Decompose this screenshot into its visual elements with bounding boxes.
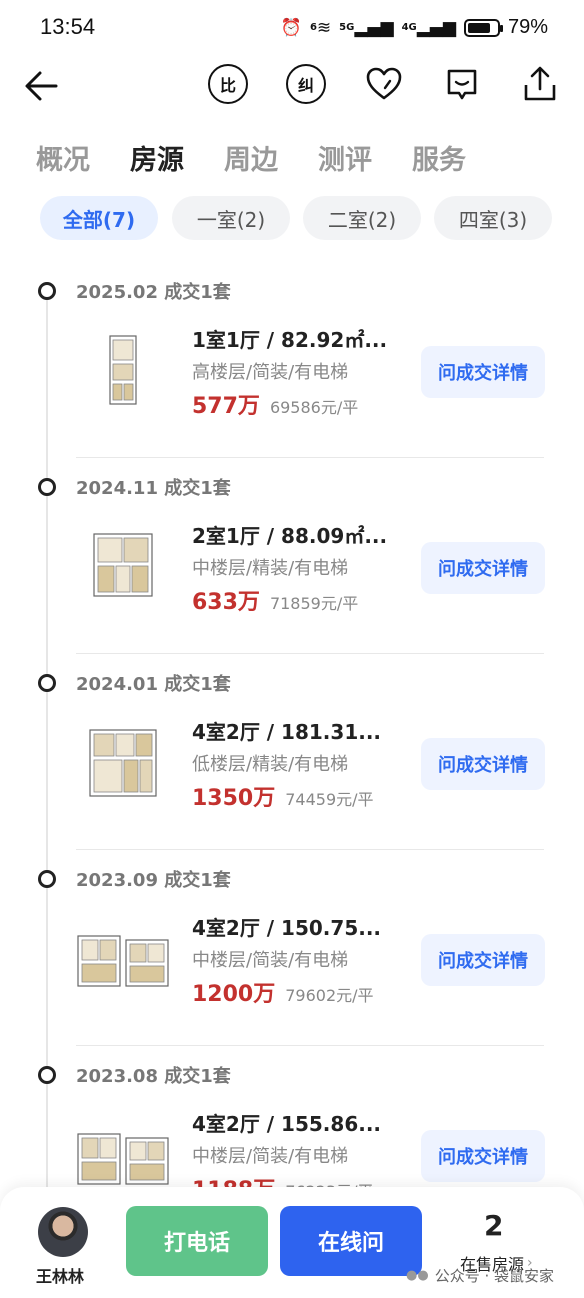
deal-unit-price: 69586元/平 xyxy=(269,398,359,417)
ask-deal-details-button[interactable]: 问成交详情 xyxy=(421,1130,545,1182)
tab-reviews[interactable]: 测评 xyxy=(318,138,372,186)
floorplan-image[interactable] xyxy=(76,720,170,808)
favorite-heart-icon[interactable] xyxy=(364,64,404,104)
deal-title: 1室1厅 / 82.92㎡... xyxy=(192,328,388,352)
status-time: 13:54 xyxy=(40,14,96,39)
floorplan-image[interactable] xyxy=(76,916,170,1004)
tab-overview[interactable]: 概况 xyxy=(36,138,90,186)
timeline-dot xyxy=(38,870,56,888)
deal-entry[interactable]: 2024.11 成交1套 2室1厅 / 88.09㎡... 中楼层/精装/有电梯… xyxy=(0,458,584,654)
agent-name[interactable]: 王林林 xyxy=(36,1263,84,1287)
top-nav: 比 纠 xyxy=(0,56,584,116)
watermark: ●● 公众号 · 袋鼠安家 xyxy=(406,1265,554,1286)
deal-description: 中楼层/精装/有电梯 xyxy=(192,558,349,579)
message-icon[interactable] xyxy=(442,64,482,104)
room-filter-chips: 全部(7) 一室(2) 二室(2) 四室(3) xyxy=(0,196,584,244)
deal-description: 高楼层/简装/有电梯 xyxy=(192,362,349,383)
correction-icon[interactable]: 纠 xyxy=(286,64,326,104)
wifi-icon: 6≋ xyxy=(309,17,332,38)
floorplan-image[interactable] xyxy=(76,524,170,612)
deal-price: 1200万 xyxy=(192,982,276,1007)
filter-all-chip[interactable]: 全部(7) xyxy=(40,196,158,240)
tab-services[interactable]: 服务 xyxy=(412,138,466,186)
watermark-text: 公众号 · 袋鼠安家 xyxy=(434,1267,554,1285)
share-icon[interactable] xyxy=(520,64,560,104)
listing-count[interactable]: 2 xyxy=(484,1209,503,1242)
deal-title: 4室2厅 / 150.75... xyxy=(192,916,382,940)
ask-deal-details-button[interactable]: 问成交详情 xyxy=(421,346,545,398)
deal-description: 中楼层/简装/有电梯 xyxy=(192,1146,349,1167)
call-button[interactable]: 打电话 xyxy=(126,1206,268,1276)
deal-price: 577万 xyxy=(192,394,260,419)
ask-deal-details-button[interactable]: 问成交详情 xyxy=(421,934,545,986)
deal-unit-price: 76223元/平 xyxy=(285,1178,373,1187)
tab-surroundings[interactable]: 周边 xyxy=(224,138,278,186)
section-tabs: 概况 房源 周边 测评 服务 xyxy=(0,138,584,190)
deal-price: 1188万 xyxy=(192,1172,275,1187)
deal-description: 低楼层/精装/有电梯 xyxy=(192,754,349,775)
deal-title: 4室2厅 / 155.86... xyxy=(192,1112,382,1136)
compare-icon[interactable]: 比 xyxy=(208,64,248,104)
deal-date: 2025.02 成交1套 xyxy=(76,282,231,303)
deal-history-list: 2025.02 成交1套 1室1厅 / 82.92㎡... 高楼层/简装/有电梯… xyxy=(0,252,584,1187)
wechat-icon: ●● xyxy=(406,1268,429,1283)
floorplan-image[interactable] xyxy=(76,328,170,416)
deal-unit-price: 71859元/平 xyxy=(269,594,359,613)
online-chat-button[interactable]: 在线问 xyxy=(280,1206,422,1276)
deal-date: 2024.11 成交1套 xyxy=(76,478,231,499)
filter-two-room-chip[interactable]: 二室(2) xyxy=(303,196,421,240)
deal-entry[interactable]: 2025.02 成交1套 1室1厅 / 82.92㎡... 高楼层/简装/有电梯… xyxy=(0,262,584,458)
ask-deal-details-button[interactable]: 问成交详情 xyxy=(421,738,545,790)
deal-entry[interactable]: 2023.09 成交1套 4室2厅 / 150.75... 中楼层/简装/有电梯… xyxy=(0,850,584,1046)
tab-listings[interactable]: 房源 xyxy=(130,138,184,186)
timeline-dot xyxy=(38,282,56,300)
signal-4g-icon: 4G▂▄▆ xyxy=(401,17,456,38)
deal-price: 633万 xyxy=(192,590,260,615)
alarm-icon: ⏰ xyxy=(280,17,302,38)
deal-title: 4室2厅 / 181.31... xyxy=(192,720,382,744)
deal-description: 中楼层/简装/有电梯 xyxy=(192,950,349,971)
bottom-action-bar: 王林林 打电话 在线问 2 在售房源 › ●● 公众号 · 袋鼠安家 xyxy=(0,1187,584,1298)
battery-percent: 79% xyxy=(507,16,548,38)
deal-unit-price: 79602元/平 xyxy=(285,986,374,1005)
filter-four-room-chip[interactable]: 四室(3) xyxy=(434,196,552,240)
signal-5g-icon: 5G▂▄▆ xyxy=(339,17,394,38)
timeline-dot xyxy=(38,1066,56,1084)
back-arrow-icon[interactable] xyxy=(22,66,62,106)
ask-deal-details-button[interactable]: 问成交详情 xyxy=(421,542,545,594)
deal-entry[interactable]: 2024.01 成交1套 4室2厅 / 181.31... 低楼层/精装/有电梯… xyxy=(0,654,584,850)
deal-date: 2024.01 成交1套 xyxy=(76,674,231,695)
timeline-dot xyxy=(38,674,56,692)
floorplan-image[interactable] xyxy=(76,1112,170,1187)
deal-entry[interactable]: 2023.08 成交1套 4室2厅 / 155.86... 中楼层/简装/有电梯… xyxy=(0,1046,584,1187)
timeline-dot xyxy=(38,478,56,496)
battery-icon xyxy=(463,18,503,37)
status-icons: ⏰ 6≋ 5G▂▄▆ 4G▂▄▆ 79% xyxy=(281,16,548,39)
deal-price: 1350万 xyxy=(192,786,276,811)
deal-date: 2023.08 成交1套 xyxy=(76,1066,231,1087)
deal-date: 2023.09 成交1套 xyxy=(76,870,231,891)
status-bar: 13:54 ⏰ 6≋ 5G▂▄▆ 4G▂▄▆ 79% xyxy=(0,0,584,56)
filter-one-room-chip[interactable]: 一室(2) xyxy=(172,196,290,240)
deal-title: 2室1厅 / 88.09㎡... xyxy=(192,524,388,548)
deal-unit-price: 74459元/平 xyxy=(285,790,374,809)
agent-avatar[interactable] xyxy=(38,1207,88,1257)
